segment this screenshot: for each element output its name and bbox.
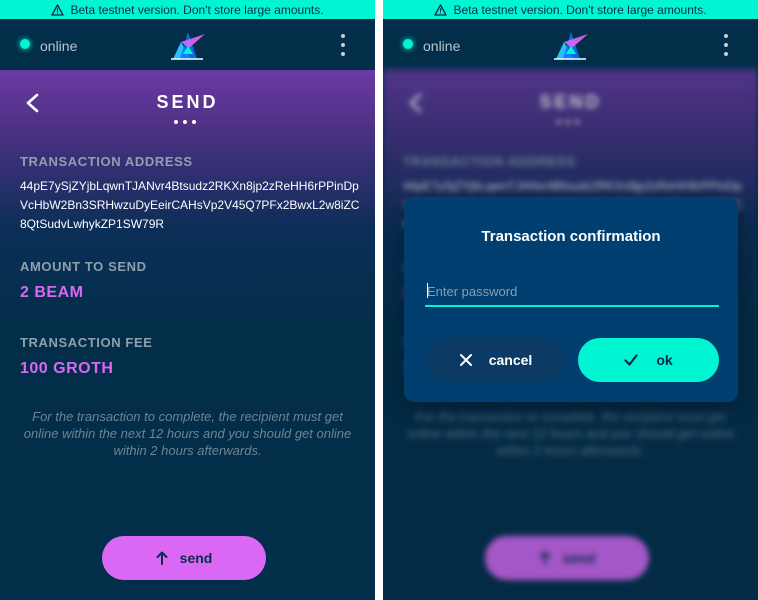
- fee-value: 100 GROTH: [20, 360, 114, 377]
- transaction-note: For the transaction to complete, the rec…: [23, 409, 352, 458]
- beam-logo: [171, 32, 205, 60]
- online-status-dot: [20, 39, 30, 49]
- amount-value: 2 BEAM: [20, 284, 84, 301]
- password-input[interactable]: [425, 277, 719, 307]
- beta-banner-text: Beta testnet version. Don't store large …: [453, 2, 707, 17]
- beta-banner: Beta testnet version. Don't store large …: [0, 0, 375, 19]
- send-content: SEND TRANSACTION ADDRESS 44pE7ySjZYjbLqw…: [0, 70, 375, 600]
- transaction-address-value: 44pE7ySjZYjbLqwnTJANvr4Btsudz2RKXn8jp2zR…: [20, 179, 360, 231]
- amount-label: AMOUNT TO SEND: [20, 259, 147, 274]
- transaction-confirmation-dialog: Transaction confirmation cancel ok: [404, 197, 738, 402]
- close-icon: [459, 354, 472, 366]
- send-button-label: send: [179, 550, 213, 566]
- beta-banner: Beta testnet version. Don't store large …: [383, 0, 758, 19]
- cancel-button-label: cancel: [488, 352, 533, 368]
- top-bar: online: [383, 19, 758, 70]
- top-bar: online: [0, 19, 375, 70]
- more-vertical-icon[interactable]: [722, 34, 730, 56]
- online-status-text: online: [40, 38, 78, 54]
- page-title: SEND: [156, 92, 219, 112]
- arrow-up-icon: [156, 551, 168, 565]
- ok-button[interactable]: ok: [578, 338, 719, 382]
- fee-label: TRANSACTION FEE: [20, 335, 153, 350]
- confirmation-screen: Beta testnet version. Don't store large …: [383, 0, 758, 600]
- online-status-text: online: [423, 38, 461, 54]
- cancel-button[interactable]: cancel: [425, 338, 566, 382]
- warning-icon: [51, 3, 65, 16]
- beam-logo: [554, 32, 588, 60]
- check-icon: [624, 354, 638, 366]
- send-screen: Beta testnet version. Don't store large …: [0, 0, 375, 600]
- ok-button-label: ok: [656, 352, 673, 368]
- send-button[interactable]: send: [102, 536, 266, 580]
- text-cursor: [427, 283, 428, 298]
- transaction-address-label: TRANSACTION ADDRESS: [20, 154, 193, 169]
- beta-banner-text: Beta testnet version. Don't store large …: [70, 2, 324, 17]
- dialog-title: Transaction confirmation: [481, 228, 661, 245]
- more-vertical-icon[interactable]: [339, 34, 347, 56]
- title-dots: [174, 120, 196, 124]
- online-status-dot: [403, 39, 413, 49]
- warning-icon: [434, 3, 448, 16]
